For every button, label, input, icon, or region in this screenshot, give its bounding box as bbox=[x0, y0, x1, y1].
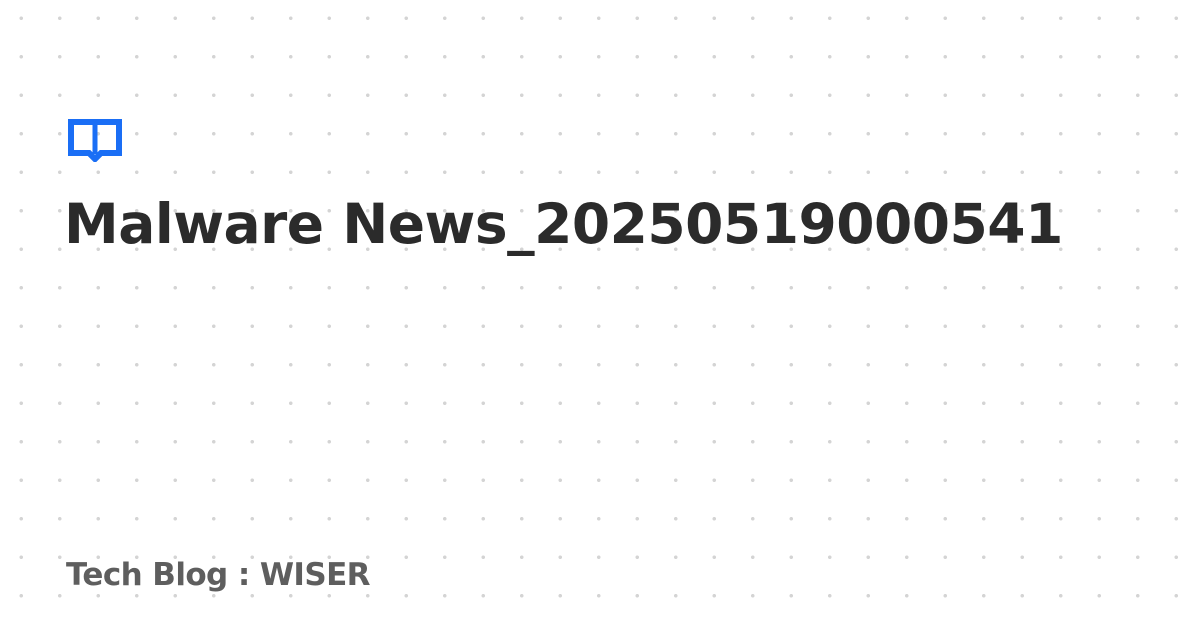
post-title: Malware News_20250519000541 bbox=[64, 192, 1063, 256]
blog-label: Tech Blog : WISER bbox=[66, 557, 371, 593]
og-card: Malware News_20250519000541 Tech Blog : … bbox=[0, 0, 1200, 630]
open-book-icon bbox=[67, 118, 123, 162]
